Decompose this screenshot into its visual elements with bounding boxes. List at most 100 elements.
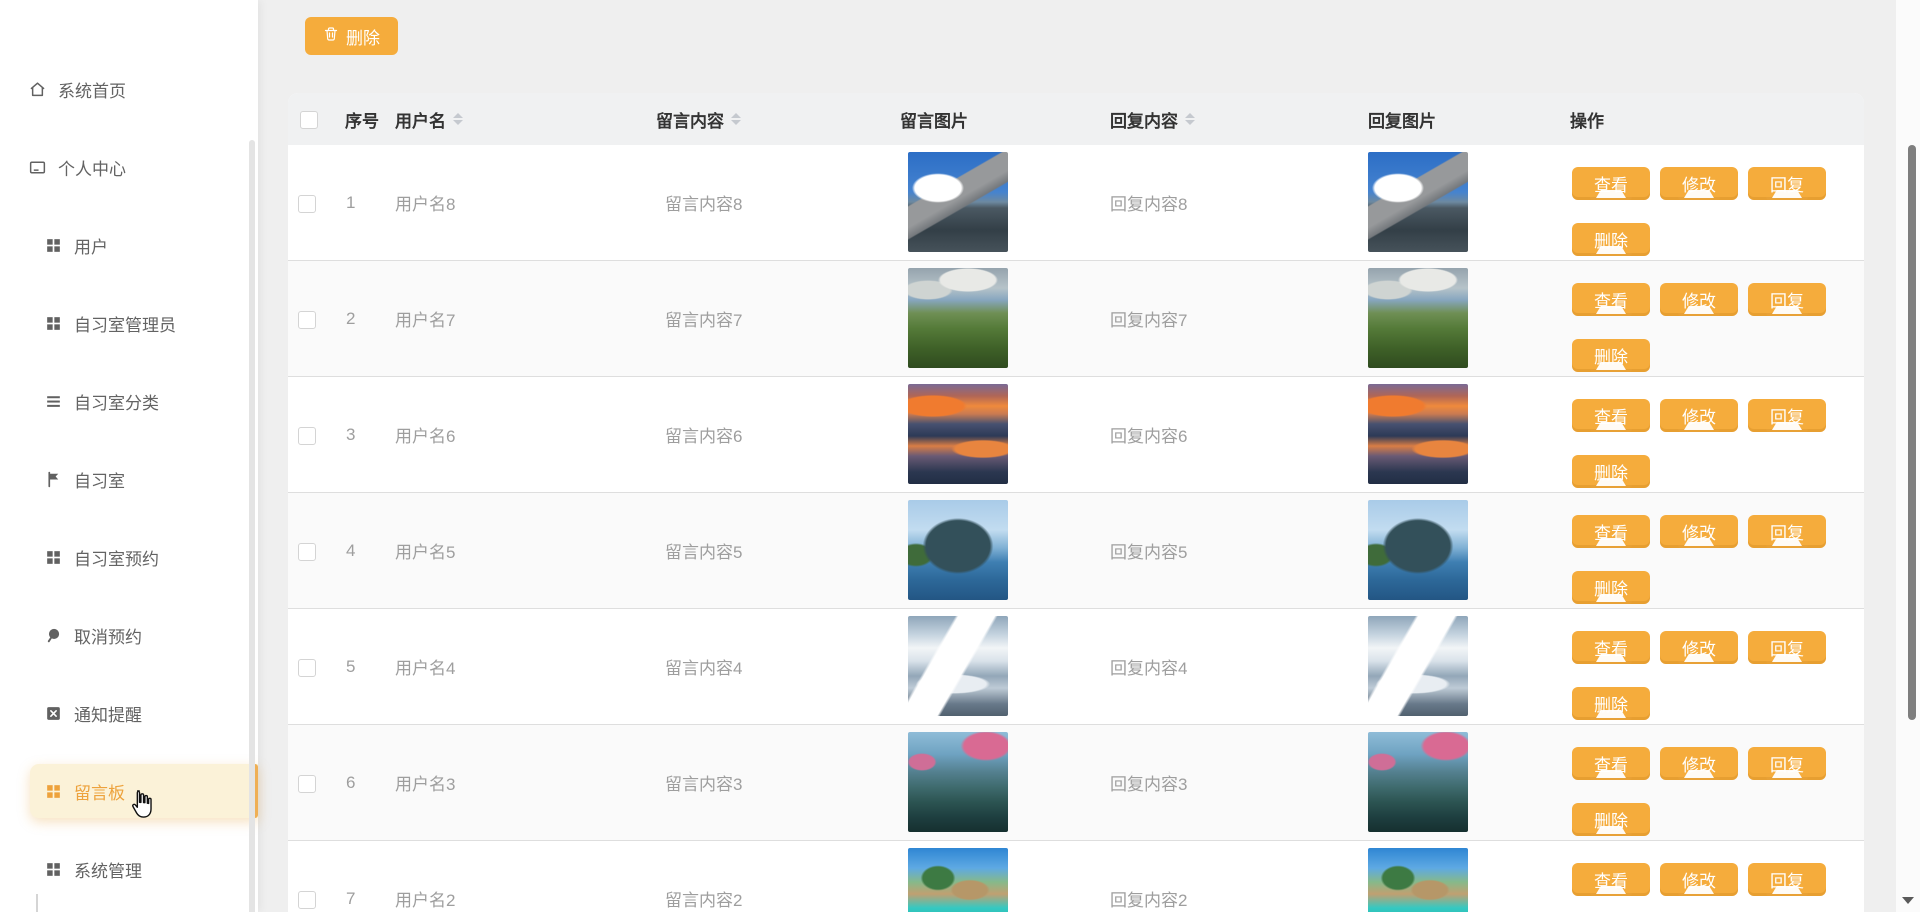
edit-button[interactable]: 修改 xyxy=(1660,863,1738,896)
delete-button[interactable]: 删除 xyxy=(1572,455,1650,488)
edit-button[interactable]: 修改 xyxy=(1660,515,1738,548)
sidebar-item-label: 自习室管理员 xyxy=(74,311,176,336)
column-header-label: 序号 xyxy=(345,107,379,132)
message-image-thumbnail[interactable] xyxy=(908,616,1008,716)
reply-image-thumbnail[interactable] xyxy=(1368,384,1468,484)
view-button[interactable]: 查看 xyxy=(1572,399,1650,432)
reply-image-thumbnail[interactable] xyxy=(1368,732,1468,832)
action-button-label: 回复 xyxy=(1770,403,1804,428)
sort-caret-icon[interactable] xyxy=(453,113,463,125)
action-button-label: 查看 xyxy=(1594,867,1628,892)
sidebar-item-8[interactable]: 通知提醒 xyxy=(0,674,258,752)
action-button-label: 查看 xyxy=(1594,403,1628,428)
bulk-delete-button[interactable]: 删除 xyxy=(305,17,398,55)
delete-button[interactable]: 删除 xyxy=(1572,803,1650,836)
sidebar-item-6[interactable]: 自习室预约 xyxy=(0,518,258,596)
reply-image-thumbnail[interactable] xyxy=(1368,848,1468,912)
clipped-submenu-item[interactable] xyxy=(57,905,149,912)
edit-button[interactable]: 修改 xyxy=(1660,167,1738,200)
select-all-checkbox[interactable] xyxy=(300,111,318,129)
page-scrollbar-thumb[interactable] xyxy=(1908,145,1916,720)
edit-button[interactable]: 修改 xyxy=(1660,631,1738,664)
edit-button[interactable]: 修改 xyxy=(1660,283,1738,316)
action-button-label: 删除 xyxy=(1594,227,1628,252)
username-cell: 用户名3 xyxy=(395,725,455,840)
column-header-label: 回复图片 xyxy=(1368,107,1436,132)
sort-caret-icon[interactable] xyxy=(1185,113,1195,125)
delete-button[interactable]: 删除 xyxy=(1572,223,1650,256)
reply-button[interactable]: 回复 xyxy=(1748,863,1826,896)
message-content-cell: 留言内容6 xyxy=(665,377,742,492)
sidebar-item-5[interactable]: 自习室 xyxy=(0,440,258,518)
sidebar-item-label: 自习室预约 xyxy=(74,545,159,570)
action-button-label: 修改 xyxy=(1682,519,1716,544)
delete-button[interactable]: 删除 xyxy=(1572,687,1650,720)
sidebar: 系统首页个人中心用户自习室管理员自习室分类自习室自习室预约取消预约通知提醒留言板… xyxy=(0,0,258,912)
sidebar-item-0[interactable]: 系统首页 xyxy=(0,50,258,128)
view-button[interactable]: 查看 xyxy=(1572,283,1650,316)
message-content-cell: 留言内容3 xyxy=(665,725,742,840)
table-row: 7用户名2留言内容2回复内容2查看修改回复删除 xyxy=(288,841,1864,912)
action-button-label: 删除 xyxy=(1594,575,1628,600)
row-index: 1 xyxy=(346,145,355,260)
row-checkbox[interactable] xyxy=(298,427,316,445)
sidebar-item-9[interactable]: 留言板 xyxy=(0,752,258,830)
sidebar-item-4[interactable]: 自习室分类 xyxy=(0,362,258,440)
reply-button[interactable]: 回复 xyxy=(1748,747,1826,780)
sidebar-item-label: 通知提醒 xyxy=(74,701,142,726)
message-image-thumbnail[interactable] xyxy=(908,152,1008,252)
message-image-thumbnail[interactable] xyxy=(908,268,1008,368)
sort-caret-icon[interactable] xyxy=(731,113,741,125)
action-button-label: 回复 xyxy=(1770,751,1804,776)
delete-button[interactable]: 删除 xyxy=(1572,339,1650,372)
message-image-thumbnail[interactable] xyxy=(908,848,1008,912)
reply-button[interactable]: 回复 xyxy=(1748,399,1826,432)
view-button[interactable]: 查看 xyxy=(1572,515,1650,548)
action-button-label: 修改 xyxy=(1682,171,1716,196)
grid-icon xyxy=(44,782,63,801)
reply-image-thumbnail[interactable] xyxy=(1368,616,1468,716)
edit-button[interactable]: 修改 xyxy=(1660,399,1738,432)
view-button[interactable]: 查看 xyxy=(1572,631,1650,664)
reply-image-thumbnail[interactable] xyxy=(1368,500,1468,600)
reply-image-thumbnail[interactable] xyxy=(1368,268,1468,368)
row-checkbox[interactable] xyxy=(298,659,316,677)
column-header-1[interactable]: 用户名 xyxy=(395,93,463,145)
row-checkbox[interactable] xyxy=(298,891,316,909)
sidebar-item-7[interactable]: 取消预约 xyxy=(0,596,258,674)
column-header-2[interactable]: 留言内容 xyxy=(656,93,741,145)
view-button[interactable]: 查看 xyxy=(1572,747,1650,780)
row-index: 3 xyxy=(346,377,355,492)
reply-button[interactable]: 回复 xyxy=(1748,631,1826,664)
action-button-label: 修改 xyxy=(1682,635,1716,660)
trash-icon xyxy=(323,26,339,47)
delete-button[interactable]: 删除 xyxy=(1572,571,1650,604)
reply-button[interactable]: 回复 xyxy=(1748,515,1826,548)
sidebar-item-label: 系统管理 xyxy=(74,857,142,882)
row-checkbox[interactable] xyxy=(298,195,316,213)
app-window: 系统首页个人中心用户自习室管理员自习室分类自习室自习室预约取消预约通知提醒留言板… xyxy=(0,0,1920,912)
message-content-cell: 留言内容8 xyxy=(665,145,742,260)
view-button[interactable]: 查看 xyxy=(1572,863,1650,896)
message-image-thumbnail[interactable] xyxy=(908,500,1008,600)
list-icon xyxy=(44,392,63,411)
reply-button[interactable]: 回复 xyxy=(1748,167,1826,200)
message-image-thumbnail[interactable] xyxy=(908,732,1008,832)
message-image-thumbnail[interactable] xyxy=(908,384,1008,484)
row-checkbox[interactable] xyxy=(298,775,316,793)
table-row: 3用户名6留言内容6回复内容6查看修改回复删除 xyxy=(288,377,1864,493)
row-checkbox[interactable] xyxy=(298,543,316,561)
reply-content-cell: 回复内容4 xyxy=(1110,609,1187,724)
sidebar-scrollbar-thumb[interactable] xyxy=(249,140,255,912)
reply-button[interactable]: 回复 xyxy=(1748,283,1826,316)
sidebar-item-2[interactable]: 用户 xyxy=(0,206,258,284)
sidebar-item-10[interactable]: 系统管理 xyxy=(0,830,258,908)
row-checkbox[interactable] xyxy=(298,311,316,329)
scroll-down-arrow-icon[interactable] xyxy=(1902,897,1914,904)
view-button[interactable]: 查看 xyxy=(1572,167,1650,200)
sidebar-item-3[interactable]: 自习室管理员 xyxy=(0,284,258,362)
column-header-4[interactable]: 回复内容 xyxy=(1110,93,1195,145)
edit-button[interactable]: 修改 xyxy=(1660,747,1738,780)
reply-image-thumbnail[interactable] xyxy=(1368,152,1468,252)
sidebar-item-1[interactable]: 个人中心 xyxy=(0,128,258,206)
